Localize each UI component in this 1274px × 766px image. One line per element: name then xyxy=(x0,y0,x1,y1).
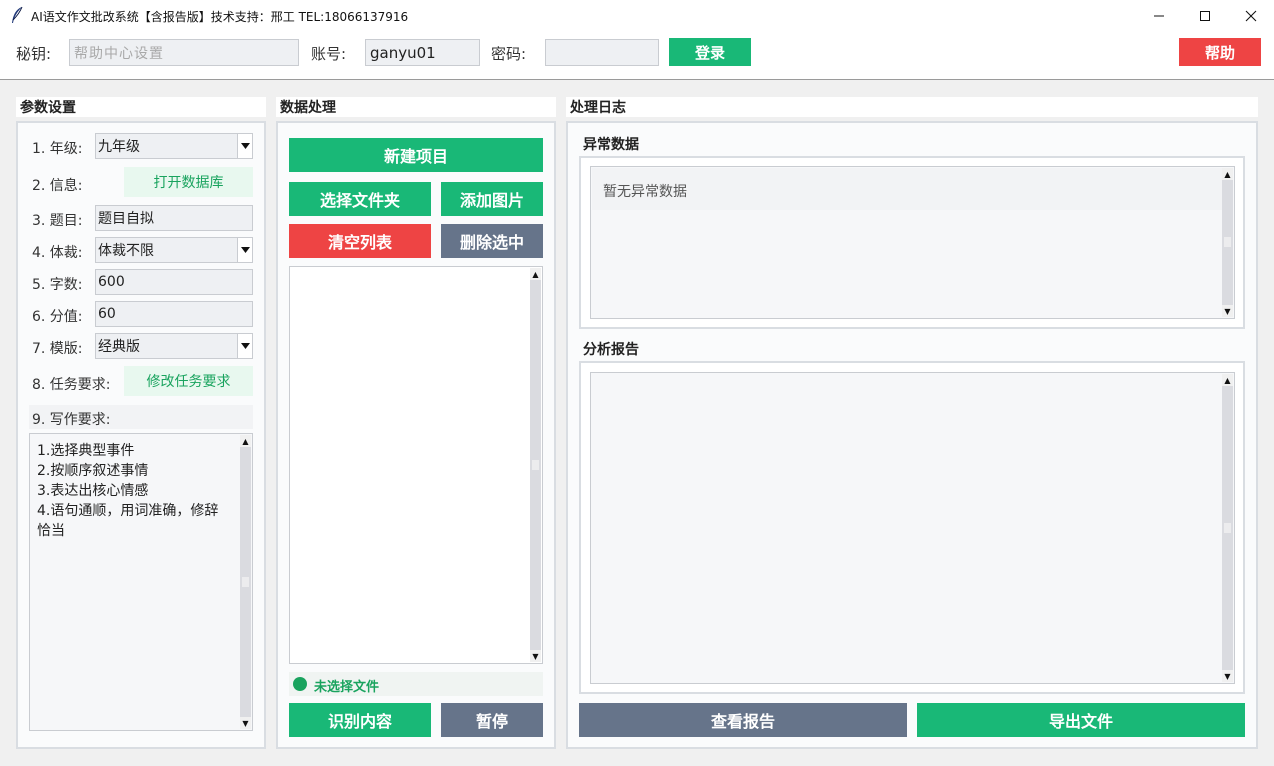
scroll-thumb[interactable] xyxy=(1224,523,1231,533)
scroll-up-icon[interactable]: ▲ xyxy=(1222,374,1233,386)
writing-scrollbar[interactable]: ▲ ▼ xyxy=(240,435,251,729)
delete-selected-button[interactable]: 删除选中 xyxy=(441,224,543,258)
help-button[interactable]: 帮助 xyxy=(1179,38,1261,66)
writing-line: 恰当 xyxy=(37,523,65,539)
scroll-thumb[interactable] xyxy=(1224,237,1231,247)
genre-value: 体裁不限 xyxy=(98,243,154,259)
minimize-button[interactable] xyxy=(1136,0,1182,31)
pause-button[interactable]: 暂停 xyxy=(441,703,543,737)
scroll-down-icon[interactable]: ▼ xyxy=(530,650,541,662)
file-status-text: 未选择文件 xyxy=(314,680,380,695)
scroll-thumb[interactable] xyxy=(242,577,249,587)
report-textarea[interactable]: ▲ ▼ xyxy=(590,372,1235,684)
data-section-title: 数据处理 xyxy=(276,97,556,117)
genre-select[interactable]: 体裁不限 xyxy=(95,237,253,263)
scroll-up-icon[interactable]: ▲ xyxy=(530,268,541,280)
edit-task-link[interactable]: 修改任务要求 xyxy=(124,366,253,396)
template-label: 7. 模版: xyxy=(32,341,83,357)
open-database-link[interactable]: 打开数据库 xyxy=(124,167,253,197)
file-list-scrollbar[interactable]: ▲ ▼ xyxy=(530,268,541,662)
scroll-up-icon[interactable]: ▲ xyxy=(1222,168,1233,180)
writing-line: 4.语句通顺，用词准确，修辞 xyxy=(37,503,219,519)
maximize-button[interactable] xyxy=(1182,0,1228,31)
chevron-down-icon[interactable] xyxy=(237,334,252,358)
words-input[interactable]: 600 xyxy=(95,269,253,295)
grade-select[interactable]: 九年级 xyxy=(95,133,253,159)
anomaly-scrollbar[interactable]: ▲ ▼ xyxy=(1222,168,1233,317)
scroll-down-icon[interactable]: ▼ xyxy=(1222,305,1233,317)
log-section-title: 处理日志 xyxy=(566,97,1258,117)
anomaly-list[interactable]: 暂无异常数据 ▲ ▼ xyxy=(590,166,1235,319)
info-label: 2. 信息: xyxy=(32,178,83,194)
login-button[interactable]: 登录 xyxy=(669,38,751,66)
add-image-button[interactable]: 添加图片 xyxy=(441,182,543,216)
account-label: 账号: xyxy=(311,45,347,63)
minimize-icon xyxy=(1154,15,1164,16)
login-bar: 秘钥: 帮助中心设置 账号: ganyu01 密码: 登录 帮助 xyxy=(0,31,1274,80)
chevron-down-icon[interactable] xyxy=(237,238,252,262)
window-title: AI语文作文批改系统【含报告版】技术支持：邢工 TEL:18066137916 xyxy=(31,10,409,24)
status-dot-icon xyxy=(293,677,307,691)
file-list[interactable]: ▲ ▼ xyxy=(289,266,543,664)
scroll-up-icon[interactable]: ▲ xyxy=(240,435,251,447)
scroll-down-icon[interactable]: ▼ xyxy=(1222,670,1233,682)
chevron-down-icon[interactable] xyxy=(237,134,252,158)
writing-requirements-text: 1.选择典型事件 2.按顺序叙述事情 3.表达出核心情感 4.语句通顺，用词准确… xyxy=(37,441,218,541)
writing-line: 3.表达出核心情感 xyxy=(37,483,149,499)
clear-list-button[interactable]: 清空列表 xyxy=(289,224,431,258)
writing-requirements-textarea[interactable]: 1.选择典型事件 2.按顺序叙述事情 3.表达出核心情感 4.语句通顺，用词准确… xyxy=(29,433,253,731)
writing-line: 2.按顺序叙述事情 xyxy=(37,463,149,479)
template-select[interactable]: 经典版 xyxy=(95,333,253,359)
report-scrollbar[interactable]: ▲ ▼ xyxy=(1222,374,1233,682)
export-file-button[interactable]: 导出文件 xyxy=(917,703,1245,737)
password-input[interactable] xyxy=(545,39,659,66)
file-status-bar: 未选择文件 xyxy=(289,672,543,696)
secret-input[interactable]: 帮助中心设置 xyxy=(69,39,299,66)
secret-label: 秘钥: xyxy=(16,45,52,63)
words-label: 5. 字数: xyxy=(32,277,83,293)
task-label: 8. 任务要求: xyxy=(32,377,111,393)
scroll-thumb[interactable] xyxy=(532,460,539,470)
close-icon xyxy=(1245,10,1257,21)
title-bar: AI语文作文批改系统【含报告版】技术支持：邢工 TEL:18066137916 xyxy=(0,0,1274,31)
anomaly-row: 暂无异常数据 xyxy=(592,168,1222,210)
grade-label: 1. 年级: xyxy=(32,141,83,157)
view-report-button[interactable]: 查看报告 xyxy=(579,703,907,737)
score-input[interactable]: 60 xyxy=(95,301,253,327)
anomaly-empty-text: 暂无异常数据 xyxy=(603,184,687,200)
template-value: 经典版 xyxy=(98,339,140,355)
writing-line: 1.选择典型事件 xyxy=(37,443,135,459)
password-label: 密码: xyxy=(491,45,527,63)
recognize-button[interactable]: 识别内容 xyxy=(289,703,431,737)
report-title: 分析报告 xyxy=(583,342,639,358)
close-button[interactable] xyxy=(1228,0,1274,31)
scroll-down-icon[interactable]: ▼ xyxy=(240,717,251,729)
anomaly-title: 异常数据 xyxy=(583,137,639,153)
genre-label: 4. 体裁: xyxy=(32,245,83,261)
feather-app-icon xyxy=(12,6,23,23)
writing-label: 9. 写作要求: xyxy=(32,412,111,428)
score-label: 6. 分值: xyxy=(32,309,83,325)
topic-input[interactable]: 题目自拟 xyxy=(95,205,253,231)
topic-label: 3. 题目: xyxy=(32,213,83,229)
params-section-title: 参数设置 xyxy=(16,97,266,117)
maximize-icon xyxy=(1200,10,1210,21)
grade-value: 九年级 xyxy=(98,139,140,155)
new-project-button[interactable]: 新建项目 xyxy=(289,138,543,172)
select-folder-button[interactable]: 选择文件夹 xyxy=(289,182,431,216)
account-input[interactable]: ganyu01 xyxy=(365,39,480,66)
